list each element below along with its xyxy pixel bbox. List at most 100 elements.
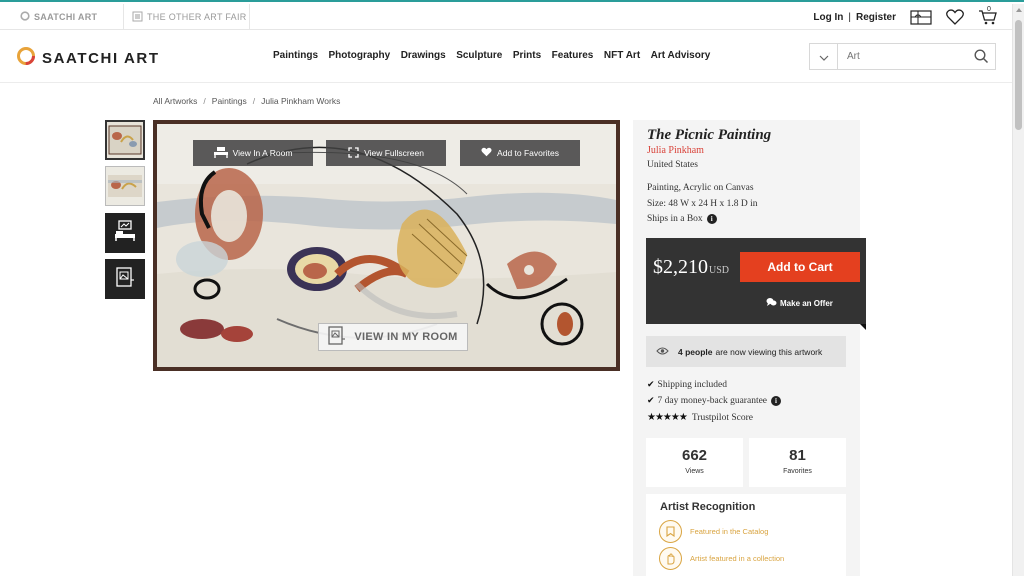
button-label: View In A Room (232, 148, 293, 158)
heart-icon[interactable] (946, 9, 964, 25)
recognition-item[interactable]: Featured in the Catalog (659, 520, 768, 543)
shipping-text: Ships in a Box (647, 214, 703, 225)
benefit-trustpilot[interactable]: ★★★★★ Trustpilot Score (647, 412, 753, 423)
info-icon[interactable]: i (771, 396, 782, 406)
benefit-shipping: ✔ Shipping included (647, 380, 727, 390)
tab-other-art-fair[interactable]: THE OTHER ART FAIR (124, 4, 250, 30)
search-bar (809, 43, 996, 70)
main-nav: Paintings Photography Drawings Sculpture… (273, 50, 721, 61)
recognition-heading: Artist Recognition (660, 501, 756, 513)
button-label: Add to Favorites (497, 148, 559, 158)
breadcrumb-item[interactable]: All Artworks (153, 96, 197, 106)
price-currency: USD (709, 265, 730, 276)
cart-count: 0 (987, 6, 991, 13)
artwork-size: Size: 48 W x 24 H x 1.8 D in (647, 199, 758, 209)
gift-card-icon[interactable] (910, 9, 932, 25)
scroll-up-arrow-icon[interactable] (1016, 8, 1022, 12)
cart-icon[interactable]: 0 (978, 6, 998, 25)
shipping-info: Ships in a Box i (647, 214, 717, 224)
stat-value: 81 (789, 447, 806, 464)
eye-icon (656, 347, 669, 357)
view-in-a-room-button[interactable]: View In A Room (193, 140, 313, 166)
nav-item-paintings[interactable]: Paintings (273, 50, 318, 61)
thumbnail-view-in-my-room[interactable] (105, 259, 145, 299)
recognition-label: Artist featured in a collection (690, 554, 785, 563)
login-link[interactable]: Log In (813, 12, 843, 23)
benefit-guarantee: ✔ 7 day money-back guarantee i (647, 396, 782, 406)
view-in-my-room-button[interactable]: VIEW IN MY ROOM (318, 323, 468, 351)
viewer-count: 4 people (678, 346, 713, 357)
price-value: $2,210 (653, 256, 708, 278)
artwork-title: The Picnic Painting (647, 127, 772, 143)
stat-value: 662 (681, 447, 708, 464)
stat-favorites: 81 Favorites (749, 438, 846, 487)
make-an-offer-button[interactable]: Make an Offer (766, 297, 833, 309)
viewing-text: are now viewing this artwork (715, 346, 823, 357)
recognition-item[interactable]: Artist featured in a collection (659, 547, 784, 570)
stat-views: 662 Views (646, 438, 743, 487)
thumbnail-artwork[interactable] (105, 120, 145, 160)
benefit-label: Trustpilot Score (691, 412, 753, 423)
check-icon: ✔ (647, 380, 655, 390)
saatchi-logo-icon (16, 46, 36, 71)
check-icon: ✔ (647, 396, 655, 406)
logo-text: SAATCHI ART (42, 50, 160, 67)
account-links: Log In | Register 0 (813, 4, 998, 30)
utility-bar: SAATCHI ART THE OTHER ART FAIR Log In | … (0, 4, 1012, 30)
price: $2,210USD (653, 256, 729, 279)
nav-item-features[interactable]: Features (552, 50, 594, 61)
search-category-dropdown[interactable] (810, 44, 838, 69)
benefit-label: Shipping included (657, 380, 727, 390)
trustpilot-stars-icon: ★★★★★ (647, 412, 688, 423)
nav-item-drawings[interactable]: Drawings (401, 50, 446, 61)
saatchi-circle-icon (20, 11, 30, 23)
breadcrumb-item[interactable]: Julia Pinkham Works (261, 96, 340, 106)
nav-item-prints[interactable]: Prints (513, 50, 541, 61)
artist-link[interactable]: Julia Pinkham (647, 145, 704, 156)
register-link[interactable]: Register (856, 12, 896, 23)
stat-label: Views (685, 468, 704, 475)
thumbnail-view-in-room[interactable] (105, 213, 145, 253)
view-fullscreen-button[interactable]: View Fullscreen (326, 140, 446, 166)
breadcrumb-separator: / (252, 96, 256, 106)
chat-bubbles-icon (766, 297, 777, 309)
info-icon[interactable]: i (706, 214, 717, 224)
page-scrollbar[interactable] (1012, 4, 1024, 576)
breadcrumb: All Artworks / Paintings / Julia Pinkham… (153, 96, 340, 106)
nav-item-art-advisory[interactable]: Art Advisory (651, 50, 711, 61)
benefit-label: 7 day money-back guarantee (657, 396, 768, 406)
search-input[interactable] (838, 51, 963, 62)
link-divider: | (848, 11, 851, 23)
scrollbar-thumb[interactable] (1015, 20, 1022, 130)
offer-label: Make an Offer (780, 298, 833, 308)
button-label: View Fullscreen (364, 148, 424, 158)
artist-country: United States (647, 160, 698, 170)
chevron-down-icon (819, 48, 829, 66)
main-header: SAATCHI ART Paintings Photography Drawin… (0, 30, 1012, 83)
fullscreen-icon (348, 146, 359, 160)
button-label: VIEW IN MY ROOM (354, 331, 458, 343)
viewing-notice: 4 people are now viewing this artwork (646, 336, 846, 367)
recognition-label: Featured in the Catalog (690, 527, 769, 536)
add-to-cart-button[interactable]: Add to Cart (740, 252, 860, 282)
tab-label: THE OTHER ART FAIR (147, 12, 247, 22)
logo[interactable]: SAATCHI ART (16, 46, 160, 71)
thumbnail-artwork-detail[interactable] (105, 166, 145, 206)
corner-fold (860, 324, 866, 330)
nav-item-nft-art[interactable]: NFT Art (604, 50, 640, 61)
search-icon[interactable] (974, 49, 989, 69)
room-view-icon (113, 219, 137, 247)
other-art-fair-icon (132, 11, 143, 24)
add-to-favorites-button[interactable]: Add to Favorites (460, 140, 580, 166)
artist-recognition: Artist Recognition Featured in the Catal… (646, 494, 846, 576)
tab-saatchi-art[interactable]: SAATCHI ART (0, 4, 124, 30)
room-picture-icon (328, 325, 346, 349)
breadcrumb-item[interactable]: Paintings (212, 96, 247, 106)
nav-item-sculpture[interactable]: Sculpture (456, 50, 502, 61)
breadcrumb-separator: / (203, 96, 206, 106)
bookmark-icon (659, 520, 682, 543)
bed-icon (213, 146, 228, 160)
room-picture-icon (115, 266, 135, 293)
nav-item-photography[interactable]: Photography (329, 50, 391, 61)
heart-icon (481, 147, 492, 159)
